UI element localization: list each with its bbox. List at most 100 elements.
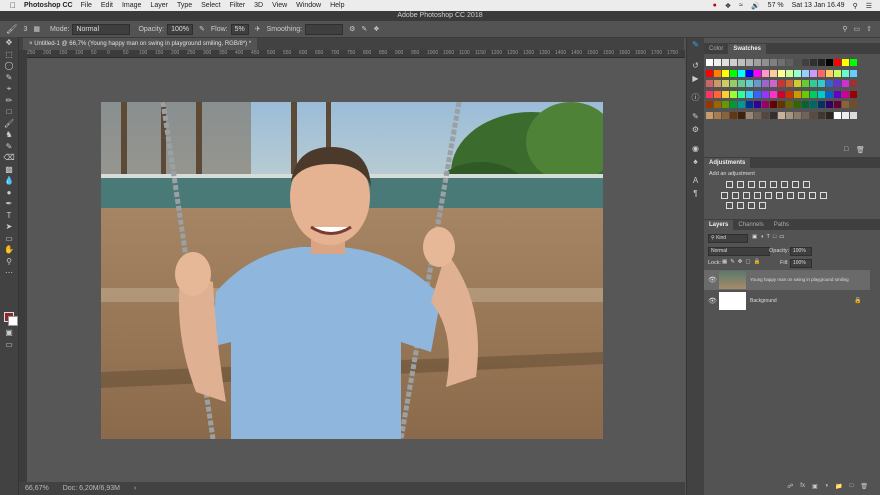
- menu-image[interactable]: Image: [122, 2, 141, 9]
- swatch[interactable]: [834, 80, 841, 87]
- swatch[interactable]: [762, 101, 769, 108]
- swatch[interactable]: [722, 90, 729, 98]
- info-icon[interactable]: ⓘ: [687, 91, 704, 104]
- swatch[interactable]: [778, 80, 785, 87]
- menu-view[interactable]: View: [272, 2, 287, 9]
- swatch[interactable]: [730, 59, 737, 66]
- swatch[interactable]: [730, 101, 737, 108]
- status-arrow-icon[interactable]: ›: [134, 485, 136, 492]
- eraser-icon[interactable]: ⌫: [0, 152, 18, 164]
- adjustment-icon[interactable]: [726, 202, 733, 209]
- layer-row-photo[interactable]: 👁 Young happy man on swing in playground…: [704, 270, 870, 290]
- top-ruler[interactable]: 250 200 150 100 50 0 50 100 150 200 250 300 350 400 45…: [27, 50, 685, 58]
- swatch[interactable]: [746, 80, 753, 87]
- swatch[interactable]: [706, 101, 713, 108]
- adjustment-icon[interactable]: [781, 181, 788, 188]
- adjustment-icon[interactable]: [798, 191, 805, 199]
- menu-3d[interactable]: 3D: [254, 2, 263, 9]
- adjustment-icon[interactable]: [803, 181, 810, 188]
- swatch[interactable]: [754, 80, 761, 87]
- actions-icon[interactable]: ▶: [687, 72, 704, 85]
- swatch[interactable]: [826, 59, 833, 66]
- swatch[interactable]: [778, 69, 785, 77]
- history-brush-icon[interactable]: ✎: [0, 141, 18, 153]
- adjustment-icon[interactable]: [759, 202, 766, 209]
- swatch[interactable]: [714, 80, 721, 87]
- brush-tool-icon[interactable]: 🖌: [6, 24, 17, 35]
- brush-size-value[interactable]: 3: [23, 26, 27, 33]
- swatch[interactable]: [730, 111, 737, 119]
- swatch[interactable]: [786, 69, 793, 77]
- swatch[interactable]: [762, 80, 769, 87]
- swatch[interactable]: [786, 59, 793, 66]
- adjustment-icon[interactable]: [809, 191, 816, 199]
- swatch[interactable]: [826, 80, 833, 87]
- swatch[interactable]: [706, 111, 713, 119]
- swatch[interactable]: [738, 69, 745, 77]
- adjustment-icon[interactable]: [820, 191, 827, 199]
- wifi-icon[interactable]: ≈: [739, 2, 743, 9]
- swatch[interactable]: [842, 69, 849, 77]
- dodge-tool-icon[interactable]: ●: [0, 187, 18, 199]
- blur-tool-icon[interactable]: 💧: [0, 175, 18, 187]
- swatch[interactable]: [802, 59, 809, 66]
- swatch[interactable]: [810, 101, 817, 108]
- swatch[interactable]: [810, 80, 817, 87]
- adjustment-icon[interactable]: [765, 191, 772, 199]
- swatch[interactable]: [810, 59, 817, 66]
- menu-help[interactable]: Help: [330, 2, 344, 9]
- layer-filter-select[interactable]: ⚲ Kind: [708, 234, 748, 243]
- move-tool-icon[interactable]: ✥: [0, 37, 18, 49]
- zoom-level[interactable]: 66,67%: [25, 485, 49, 492]
- new-layer-icon[interactable]: □: [850, 483, 854, 493]
- menu-file[interactable]: File: [81, 2, 92, 9]
- swatch[interactable]: [818, 59, 825, 66]
- swatch[interactable]: [770, 69, 777, 77]
- swatch[interactable]: [778, 101, 785, 108]
- adjustment-icon[interactable]: [726, 181, 733, 188]
- swatch[interactable]: [786, 111, 793, 119]
- adjustment-icon[interactable]: [792, 181, 799, 188]
- trash-icon[interactable]: 🗑: [860, 483, 868, 493]
- swatch[interactable]: [794, 90, 801, 98]
- lock-icons[interactable]: ▦✎✥▢🔒: [722, 259, 763, 265]
- tab-paths[interactable]: Paths: [769, 220, 794, 230]
- menu-icon[interactable]: ☰: [866, 2, 872, 10]
- swatch[interactable]: [738, 111, 745, 119]
- swatch[interactable]: [722, 69, 729, 77]
- character-icon[interactable]: A: [687, 174, 704, 187]
- swatch[interactable]: [746, 59, 753, 66]
- adjustment-icon[interactable]: [732, 191, 739, 199]
- swatch[interactable]: [826, 90, 833, 98]
- swatch[interactable]: [738, 59, 745, 66]
- tab-channels[interactable]: Channels: [733, 220, 768, 230]
- adjustment-icon[interactable]: [748, 181, 755, 188]
- close-icon[interactable]: ×: [29, 41, 33, 47]
- quick-select-icon[interactable]: ✎: [0, 72, 18, 84]
- flow-field[interactable]: 5%: [230, 23, 249, 35]
- swatch[interactable]: [794, 101, 801, 108]
- menu-filter[interactable]: Filter: [230, 2, 246, 9]
- app-menu[interactable]: Photoshop CC: [24, 2, 73, 9]
- swatch[interactable]: [762, 69, 769, 77]
- document-tab[interactable]: × Untitled-1 @ 66,7% (Young happy man on…: [23, 38, 258, 50]
- swatch[interactable]: [826, 101, 833, 108]
- adjustment-icon[interactable]: [759, 181, 766, 188]
- clone-source-icon[interactable]: ◉: [687, 142, 704, 155]
- adjustment-icon[interactable]: [737, 181, 744, 188]
- swatch[interactable]: [762, 90, 769, 98]
- search-tool-icon[interactable]: ⚲: [842, 25, 847, 33]
- swatch[interactable]: [794, 80, 801, 87]
- swatch[interactable]: [770, 59, 777, 66]
- swatch[interactable]: [810, 69, 817, 77]
- menu-window[interactable]: Window: [296, 2, 321, 9]
- gear-icon[interactable]: ⚙: [349, 25, 355, 33]
- swatch[interactable]: [738, 80, 745, 87]
- swatch[interactable]: [826, 111, 833, 119]
- adjustment-icon[interactable]: [743, 191, 750, 199]
- swatch[interactable]: [786, 80, 793, 87]
- clock[interactable]: Sat 13 Jan 16.49: [792, 2, 845, 9]
- swatch[interactable]: [850, 111, 857, 119]
- volume-icon[interactable]: 🔊: [751, 2, 760, 10]
- swatch[interactable]: [730, 80, 737, 87]
